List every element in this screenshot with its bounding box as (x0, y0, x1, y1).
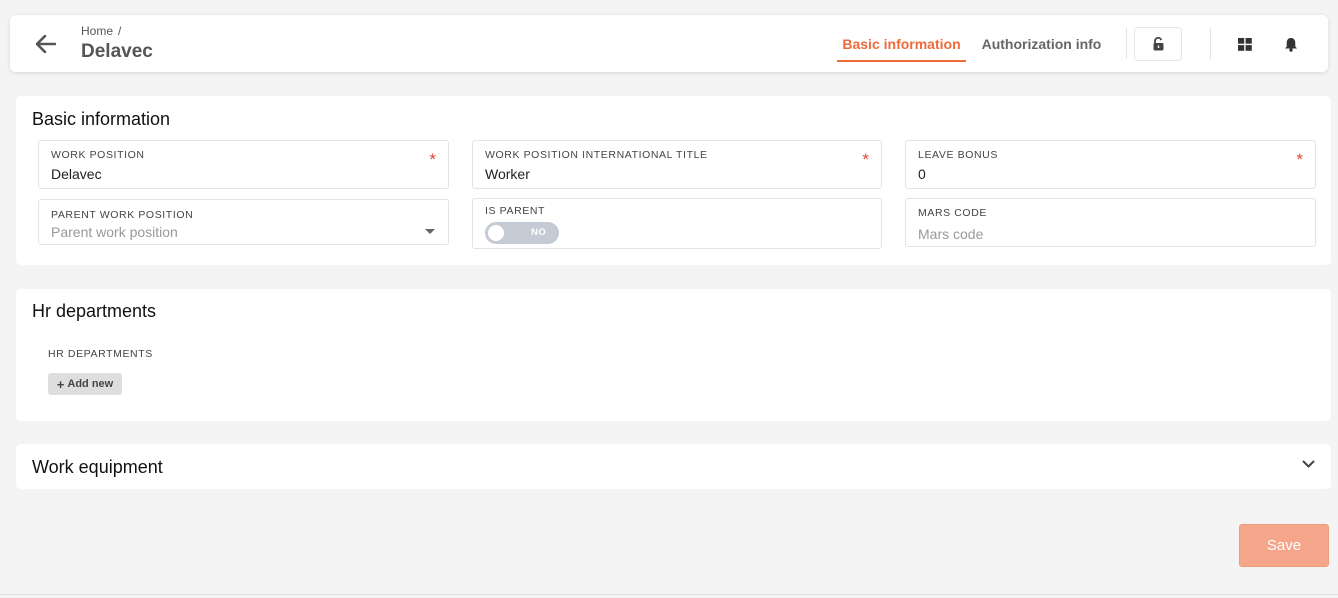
arrow-left-icon (36, 35, 56, 53)
field-label: WORK POSITION (51, 149, 145, 161)
page-header: Home / Delavec Basic information Authoriz… (10, 15, 1328, 72)
chevron-down-icon[interactable] (1302, 460, 1315, 469)
back-button[interactable] (34, 33, 58, 55)
tab-label: Authorization info (981, 35, 1102, 52)
toggle-text: NO (531, 227, 547, 238)
apps-button[interactable] (1234, 35, 1256, 53)
parent-work-position-select[interactable]: PARENT WORK POSITION Parent work positio… (38, 199, 449, 245)
section-title: Work equipment (32, 457, 163, 477)
field-label: IS PARENT (485, 205, 546, 217)
add-new-label: Add new (67, 378, 114, 390)
required-marker: * (1296, 150, 1303, 169)
add-new-button[interactable]: + Add new (48, 373, 122, 395)
save-button[interactable]: Save (1239, 524, 1329, 567)
header-divider (1210, 28, 1211, 59)
save-label: Save (1266, 537, 1302, 554)
breadcrumb-home[interactable]: Home (81, 24, 113, 38)
section-title: Basic information (32, 109, 171, 129)
footer-divider (0, 594, 1338, 595)
breadcrumb-separator: / (118, 24, 122, 38)
is-parent-field: IS PARENT NO (472, 198, 882, 249)
leave-bonus-field[interactable]: LEAVE BONUS 0 * (905, 140, 1316, 189)
unlock-button[interactable] (1134, 27, 1182, 61)
unlock-icon (1153, 37, 1163, 51)
work-position-input[interactable]: Delavec (51, 166, 102, 182)
field-label: PARENT WORK POSITION (51, 209, 194, 221)
field-label: WORK POSITION INTERNATIONAL TITLE (485, 149, 708, 161)
field-label: MARS CODE (918, 207, 987, 219)
bell-icon (1285, 37, 1297, 52)
work-equipment-card[interactable]: Work equipment (16, 444, 1331, 489)
notifications-button[interactable] (1281, 34, 1301, 54)
grid-icon (1238, 37, 1252, 51)
toggle-knob (488, 225, 504, 241)
page-title: Delavec (81, 41, 153, 62)
tab-authorization-info[interactable]: Authorization info (976, 15, 1107, 62)
international-title-input[interactable]: Worker (485, 166, 530, 182)
mars-code-field[interactable]: MARS CODE Mars code (905, 198, 1316, 247)
leave-bonus-input[interactable]: 0 (918, 166, 926, 182)
field-label: LEAVE BONUS (918, 149, 998, 161)
is-parent-toggle[interactable]: NO (485, 222, 559, 244)
plus-icon: + (56, 376, 65, 392)
header-divider (1126, 28, 1127, 59)
tab-basic-information[interactable]: Basic information (837, 15, 966, 62)
parent-work-position-placeholder: Parent work position (51, 224, 178, 240)
work-position-field[interactable]: WORK POSITION Delavec * (38, 140, 449, 189)
basic-information-card: Basic information WORK POSITION Delavec … (16, 96, 1331, 265)
hr-departments-label: HR DEPARTMENTS (48, 348, 153, 360)
section-title: Hr departments (32, 301, 157, 321)
tab-label: Basic information (842, 35, 961, 52)
international-title-field[interactable]: WORK POSITION INTERNATIONAL TITLE Worker… (472, 140, 882, 189)
chevron-down-icon (425, 229, 435, 234)
mars-code-input[interactable]: Mars code (918, 226, 983, 242)
required-marker: * (862, 150, 869, 169)
hr-departments-card: Hr departments HR DEPARTMENTS + Add new (16, 289, 1331, 421)
breadcrumb: Home / (81, 24, 121, 38)
required-marker: * (429, 150, 436, 169)
